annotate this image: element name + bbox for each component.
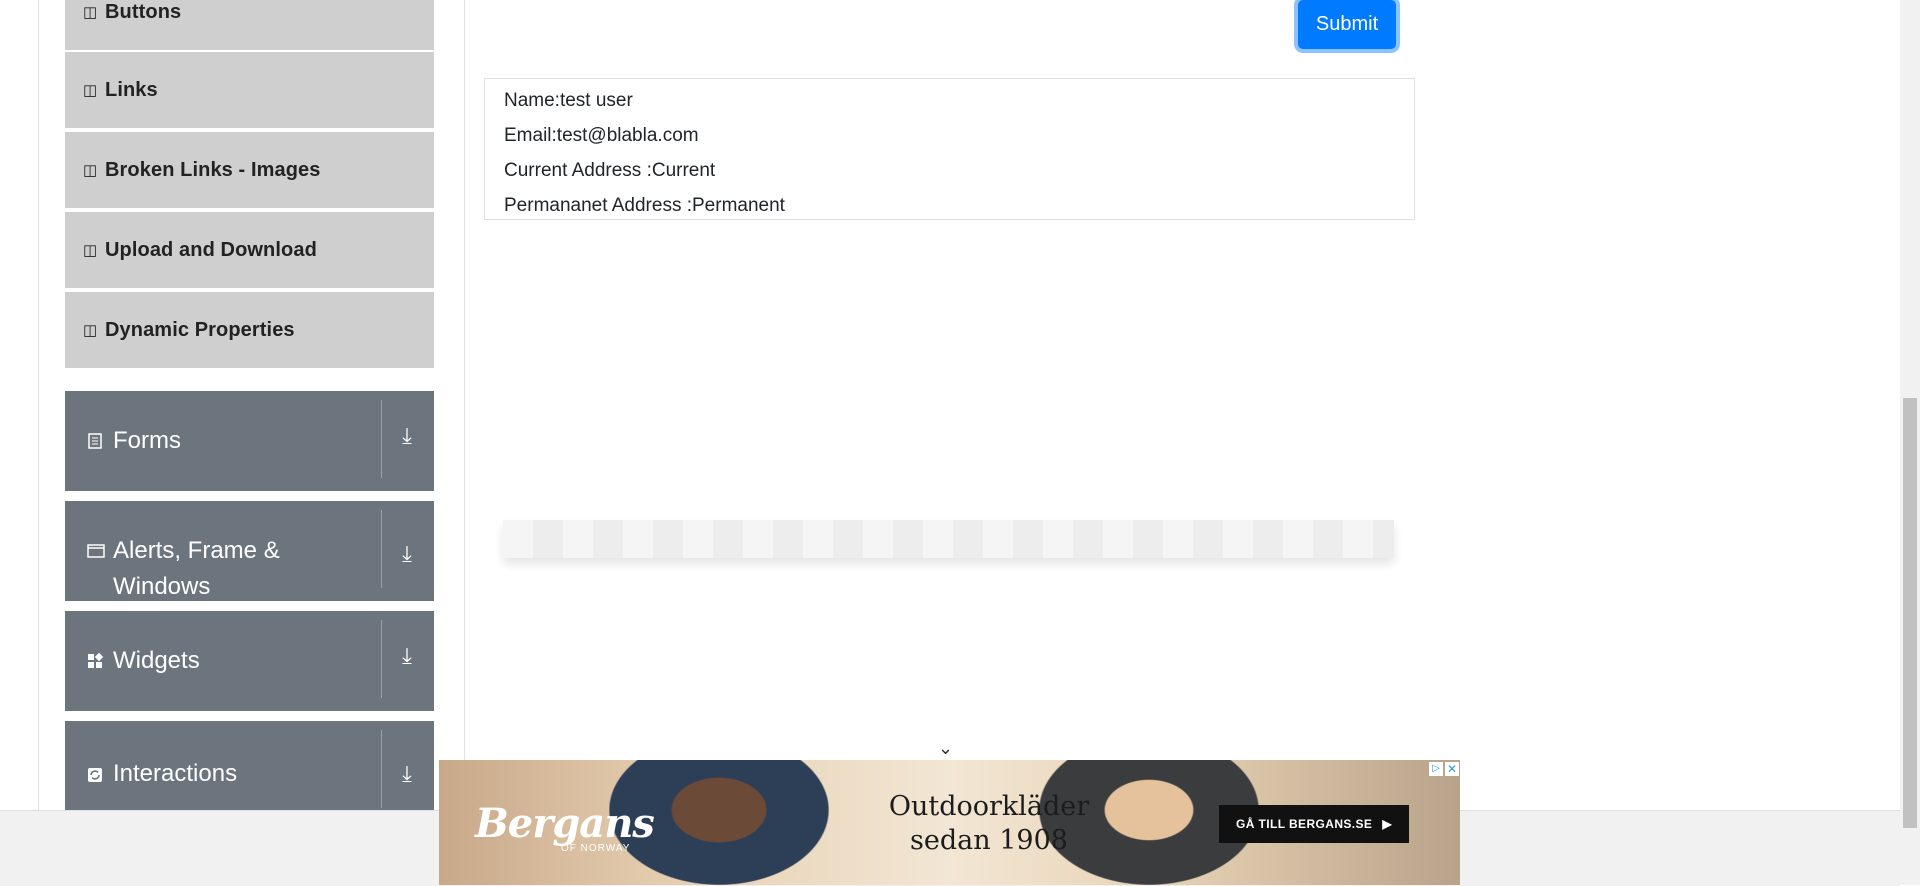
scrollbar-thumb[interactable]: [1903, 398, 1917, 828]
output-current-address: Current Address :Current: [504, 160, 716, 181]
sidebar-item-buttons[interactable]: ◫ Buttons: [65, 0, 434, 52]
html5-icon: ◫: [83, 82, 98, 99]
sidebar-item-dynamic-properties[interactable]: ◫ Dynamic Properties: [65, 292, 434, 370]
download-arrow-icon[interactable]: ⤓: [392, 423, 422, 449]
sidebar-item-upload-download[interactable]: ◫ Upload and Download: [65, 212, 434, 290]
ad-cta-label: GÅ TILL BERGANS.SE: [1236, 817, 1373, 831]
output-box: Name:test user Email:test@blabla.com Cur…: [484, 78, 1415, 220]
sidebar-item-label: Upload and Download: [105, 238, 317, 261]
sidebar-item-label: Buttons: [105, 0, 182, 23]
ad-cta-button[interactable]: GÅ TILL BERGANS.SE ▶: [1219, 805, 1409, 843]
refresh-icon: [87, 767, 103, 783]
sidebar-group-alerts[interactable]: Alerts, Frame & Windows ⤓: [65, 501, 434, 601]
output-name: Name:test user: [504, 90, 633, 111]
sidebar-divider: [464, 0, 465, 810]
ad-slogan-line: sedan 1908: [910, 825, 1068, 856]
sidebar-group-interactions[interactable]: Interactions ⤓: [65, 721, 434, 810]
group-label: Forms: [113, 427, 181, 454]
close-icon[interactable]: ✕: [1445, 762, 1459, 776]
output-permanent-address: Permananet Address :Permanent: [504, 195, 785, 216]
sidebar-item-label: Dynamic Properties: [105, 318, 295, 341]
chevron-down-icon[interactable]: ⌄: [938, 738, 953, 759]
sidebar-item-broken-links[interactable]: ◫ Broken Links - Images: [65, 132, 434, 210]
sidebar-item-label: Broken Links - Images: [105, 158, 321, 181]
group-label: Interactions: [113, 760, 238, 787]
group-divider: [381, 730, 382, 808]
group-divider: [381, 400, 382, 478]
ad-brand-sub: OF NORWAY: [561, 843, 631, 854]
html5-icon: ◫: [83, 242, 98, 259]
html5-icon: ◫: [83, 162, 98, 179]
sidebar-item-label: Links: [105, 78, 158, 101]
submit-button[interactable]: Submit: [1298, 0, 1396, 49]
sidebar-group-forms[interactable]: Forms ⤓: [65, 391, 434, 491]
left-border: [38, 0, 39, 810]
html5-icon: ◫: [83, 4, 98, 21]
download-arrow-icon[interactable]: ⤓: [392, 541, 422, 567]
group-divider: [381, 620, 382, 698]
group-label: Alerts, Frame & Windows: [113, 537, 280, 600]
group-label: Widgets: [113, 647, 200, 674]
sidebar-item-links[interactable]: ◫ Links: [65, 52, 434, 130]
window-icon: [87, 543, 105, 559]
download-arrow-icon[interactable]: ⤓: [392, 761, 422, 787]
sidebar-group-widgets[interactable]: Widgets ⤓: [65, 611, 434, 711]
group-divider: [381, 510, 382, 588]
ad-placeholder: [503, 520, 1394, 558]
ad-slogan: Outdoorkläder sedan 1908: [849, 790, 1129, 858]
document-icon: [87, 433, 103, 449]
banner-ad[interactable]: Bergans OF NORWAY Outdoorkläder sedan 19…: [439, 760, 1460, 885]
play-arrow-icon: ▶: [1382, 817, 1392, 831]
output-email: Email:test@blabla.com: [504, 125, 699, 146]
widgets-icon: [87, 652, 104, 669]
ad-slogan-line: Outdoorkläder: [888, 791, 1090, 822]
ad-brand-logo: Bergans: [475, 800, 655, 847]
download-arrow-icon[interactable]: ⤓: [392, 643, 422, 669]
adchoices-icon[interactable]: ▷: [1429, 762, 1443, 776]
html5-icon: ◫: [83, 322, 98, 339]
